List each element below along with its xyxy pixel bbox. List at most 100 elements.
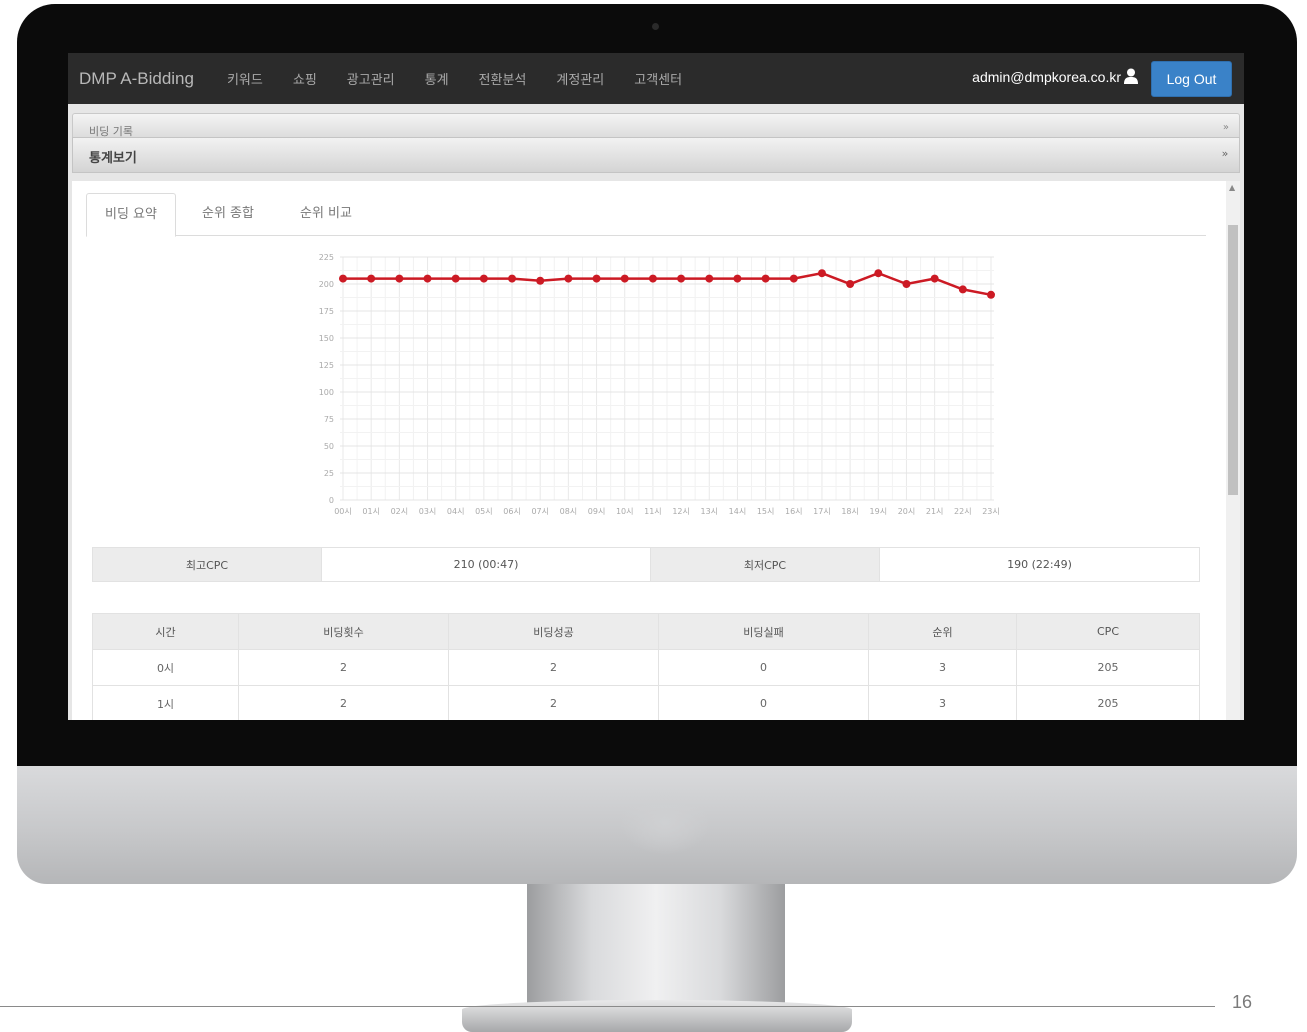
x-tick-label: 17시	[813, 507, 831, 516]
cell-time: 0시	[92, 649, 239, 686]
nav-item-statistics[interactable]: 통계	[425, 69, 449, 88]
column-header-cpc[interactable]: CPC	[1016, 613, 1200, 650]
tab-bar: 비딩 요약 순위 종합 순위 비교	[86, 193, 1206, 237]
cell-time: 1시	[92, 685, 239, 720]
brand-logo[interactable]: DMP A-Bidding	[79, 69, 194, 89]
tab-rank-compare[interactable]: 순위 비교	[282, 193, 370, 234]
data-point	[677, 274, 686, 283]
column-header-bid-fail[interactable]: 비딩실패	[658, 613, 869, 650]
vertical-scrollbar[interactable]: ▲	[1226, 181, 1240, 720]
x-tick-label: 23시	[982, 507, 1000, 516]
data-point	[817, 269, 826, 278]
nav-item-conversion-analysis[interactable]: 전환분석	[479, 69, 527, 88]
x-tick-label: 19시	[870, 507, 888, 516]
table-row: 1시 2 2 0 3 205	[92, 685, 1200, 720]
nav-item-account-management[interactable]: 계정관리	[556, 69, 604, 88]
y-tick-label: 0	[329, 496, 334, 505]
data-point	[423, 274, 432, 283]
min-cpc-value: 190 (22:49)	[879, 547, 1200, 582]
collapse-icon[interactable]: »	[1223, 122, 1229, 133]
cell-cpc: 205	[1016, 685, 1200, 720]
cell-rank: 3	[868, 649, 1017, 686]
x-tick-label: 14시	[729, 507, 747, 516]
data-point	[536, 276, 545, 285]
top-navbar: DMP A-Bidding 키워드 쇼핑 광고관리 통계 전환분석 계정관리 고…	[68, 53, 1244, 104]
cpc-line-chart: 0 25 50 75 100 125 150 175 200 225 00시 01시 02시 03시 04시…	[319, 253, 1000, 516]
cell-bid-success: 2	[448, 649, 659, 686]
collapse-icon[interactable]: »	[1217, 146, 1233, 162]
cpc-summary: 최고CPC 210 (00:47) 최저CPC 190 (22:49)	[92, 547, 1200, 582]
column-header-bid-success[interactable]: 비딩성공	[448, 613, 659, 650]
x-tick-label: 00시	[334, 507, 352, 516]
x-tick-label: 05시	[475, 507, 493, 516]
scrollbar-thumb[interactable]	[1228, 225, 1238, 495]
x-tick-label: 12시	[672, 507, 690, 516]
x-tick-label: 18시	[841, 507, 859, 516]
apple-logo-icon	[620, 790, 710, 855]
x-tick-label: 07시	[531, 507, 549, 516]
data-point	[648, 274, 657, 283]
data-point	[902, 280, 911, 288]
bidding-history-panel-header[interactable]: 비딩 기록 »	[72, 113, 1240, 139]
x-tick-label: 08시	[560, 507, 578, 516]
cell-bid-count: 2	[238, 649, 449, 686]
x-tick-label: 13시	[700, 507, 718, 516]
y-tick-label: 150	[319, 334, 334, 343]
y-tick-label: 125	[319, 361, 334, 370]
page-number: 16	[1232, 992, 1253, 1012]
cell-bid-success: 2	[448, 685, 659, 720]
x-tick-label: 20시	[898, 507, 916, 516]
y-tick-label: 175	[319, 307, 334, 316]
page-rule	[0, 1006, 1215, 1007]
data-point	[733, 274, 742, 283]
tab-rank-overview[interactable]: 순위 종합	[184, 193, 272, 234]
app-screen: DMP A-Bidding 키워드 쇼핑 광고관리 통계 전환분석 계정관리 고…	[68, 53, 1244, 720]
x-tick-label: 03시	[419, 507, 437, 516]
data-point	[339, 274, 347, 283]
column-header-rank[interactable]: 순위	[868, 613, 1017, 650]
cell-bid-count: 2	[238, 685, 449, 720]
logout-button[interactable]: Log Out	[1151, 61, 1232, 97]
user-email[interactable]: admin@dmpkorea.co.kr	[972, 69, 1121, 85]
x-tick-label: 06시	[503, 507, 521, 516]
data-point	[508, 274, 517, 283]
data-point	[789, 274, 798, 283]
y-tick-label: 100	[319, 388, 334, 397]
camera-dot	[652, 23, 659, 30]
cell-bid-fail: 0	[658, 685, 869, 720]
x-tick-label: 15시	[757, 507, 775, 516]
tab-bidding-summary[interactable]: 비딩 요약	[86, 193, 176, 237]
hourly-table: 시간 비딩횟수 비딩성공 비딩실패 순위 CPC 0시 2 2 0 3 205	[92, 613, 1200, 720]
scroll-up-icon[interactable]: ▲	[1229, 183, 1235, 192]
column-header-bid-count[interactable]: 비딩횟수	[238, 613, 449, 650]
data-point	[451, 274, 460, 283]
data-point	[367, 274, 376, 283]
cell-bid-fail: 0	[658, 649, 869, 686]
y-tick-label: 200	[319, 280, 334, 289]
nav-item-ad-management[interactable]: 광고관리	[347, 69, 395, 88]
x-tick-label: 10시	[616, 507, 634, 516]
y-tick-label: 25	[324, 469, 334, 478]
cell-rank: 3	[868, 685, 1017, 720]
y-tick-label: 75	[324, 415, 334, 424]
nav-item-shopping[interactable]: 쇼핑	[293, 69, 317, 88]
stats-panel-title: 통계보기	[89, 151, 137, 166]
data-point	[958, 285, 967, 294]
data-point	[987, 290, 995, 299]
x-tick-label: 22시	[954, 507, 972, 516]
x-tick-label: 16시	[785, 507, 803, 516]
data-point	[620, 274, 629, 283]
nav-item-keyword[interactable]: 키워드	[227, 69, 263, 88]
user-icon[interactable]	[1124, 68, 1138, 84]
x-tick-label: 02시	[391, 507, 409, 516]
data-point	[761, 274, 770, 283]
table-row: 0시 2 2 0 3 205	[92, 649, 1200, 686]
monitor-stand-foot	[462, 1000, 852, 1032]
nav-item-customer-center[interactable]: 고객센터	[634, 69, 682, 88]
column-header-time[interactable]: 시간	[92, 613, 239, 650]
data-point	[592, 274, 601, 283]
y-tick-label: 225	[319, 253, 334, 262]
data-point	[846, 280, 855, 288]
stats-panel-header[interactable]: 통계보기 »	[72, 137, 1240, 173]
x-tick-label: 01시	[362, 507, 380, 516]
